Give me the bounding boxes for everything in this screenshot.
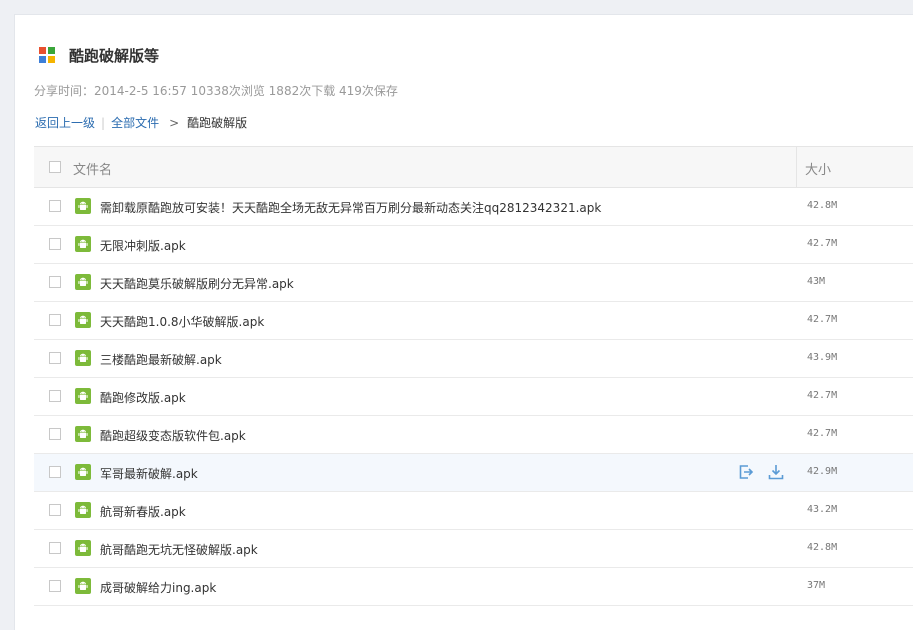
folder-share-icon: [39, 47, 55, 63]
breadcrumb-divider: |: [101, 115, 106, 130]
row-checkbox[interactable]: [49, 200, 61, 212]
share-panel: 酷跑破解版等 分享时间：2014-2-5 16:57 10338次浏览 1882…: [14, 14, 913, 630]
row-checkbox[interactable]: [49, 352, 61, 364]
table-row[interactable]: 天天酷跑1.0.8小华破解版.apk 42.7M: [34, 302, 913, 340]
share-title: 酷跑破解版等: [69, 46, 160, 65]
apk-file-icon: [75, 312, 91, 328]
file-name[interactable]: 成哥破解给力ing.apk: [100, 579, 216, 596]
apk-file-icon: [75, 426, 91, 442]
table-header: 文件名 大小: [34, 146, 913, 188]
apk-file-icon: [75, 350, 91, 366]
file-name[interactable]: 需卸载原酷跑放可安装！天天酷跑全场无敌无异常百万刷分最新动态关注qq281234…: [100, 199, 601, 216]
table-row[interactable]: 无限冲刺版.apk 42.7M: [34, 226, 913, 264]
apk-file-icon: [75, 578, 91, 594]
row-checkbox[interactable]: [49, 542, 61, 554]
file-name[interactable]: 三楼酷跑最新破解.apk: [100, 351, 222, 368]
row-checkbox[interactable]: [49, 504, 61, 516]
table-row[interactable]: 军哥最新破解.apk 42.9M: [34, 454, 913, 492]
table-row[interactable]: 成哥破解给力ing.apk 37M: [34, 568, 913, 606]
file-name[interactable]: 酷跑修改版.apk: [100, 389, 186, 406]
file-table: 文件名 大小 需卸载原酷跑放可安装！天天酷跑全场无敌无异常百万刷分最新动态关注q…: [34, 146, 913, 606]
file-size: 43M: [807, 276, 826, 287]
file-size: 42.7M: [807, 238, 838, 249]
apk-file-icon: [75, 388, 91, 404]
table-row[interactable]: 天天酷跑莫乐破解版刷分无异常.apk 43M: [34, 264, 913, 302]
table-row[interactable]: 酷跑超级变态版软件包.apk 42.7M: [34, 416, 913, 454]
apk-file-icon: [75, 274, 91, 290]
share-header: 酷跑破解版等: [39, 45, 159, 65]
file-name[interactable]: 军哥最新破解.apk: [100, 465, 198, 482]
table-row[interactable]: 需卸载原酷跑放可安装！天天酷跑全场无敌无异常百万刷分最新动态关注qq281234…: [34, 188, 913, 226]
row-checkbox[interactable]: [49, 238, 61, 250]
select-all-checkbox[interactable]: [49, 161, 61, 173]
column-divider: [796, 147, 797, 187]
row-checkbox[interactable]: [49, 428, 61, 440]
row-checkbox[interactable]: [49, 314, 61, 326]
table-row[interactable]: 航哥新春版.apk 43.2M: [34, 492, 913, 530]
table-row[interactable]: 航哥酷跑无坑无怪破解版.apk 42.8M: [34, 530, 913, 568]
file-size: 43.2M: [807, 504, 838, 515]
file-name[interactable]: 航哥新春版.apk: [100, 503, 186, 520]
row-checkbox[interactable]: [49, 466, 61, 478]
row-checkbox[interactable]: [49, 276, 61, 288]
file-size: 42.8M: [807, 200, 838, 211]
file-list: 需卸载原酷跑放可安装！天天酷跑全场无敌无异常百万刷分最新动态关注qq281234…: [34, 188, 913, 606]
file-size: 43.9M: [807, 352, 838, 363]
back-link[interactable]: 返回上一级: [35, 114, 95, 131]
breadcrumb: 返回上一级 | 全部文件 > 酷跑破解版: [35, 114, 247, 131]
row-checkbox[interactable]: [49, 580, 61, 592]
apk-file-icon: [75, 464, 91, 480]
table-row[interactable]: 酷跑修改版.apk 42.7M: [34, 378, 913, 416]
file-size: 42.7M: [807, 314, 838, 325]
file-name[interactable]: 天天酷跑莫乐破解版刷分无异常.apk: [100, 275, 294, 292]
file-name[interactable]: 无限冲刺版.apk: [100, 237, 186, 254]
save-to-disk-icon[interactable]: [737, 463, 755, 481]
file-name[interactable]: 酷跑超级变态版软件包.apk: [100, 427, 246, 444]
column-header-size[interactable]: 大小: [805, 159, 831, 178]
apk-file-icon: [75, 198, 91, 214]
apk-file-icon: [75, 540, 91, 556]
row-checkbox[interactable]: [49, 390, 61, 402]
file-name[interactable]: 航哥酷跑无坑无怪破解版.apk: [100, 541, 258, 558]
file-size: 42.9M: [807, 466, 838, 477]
all-files-link[interactable]: 全部文件: [111, 114, 159, 131]
apk-file-icon: [75, 502, 91, 518]
file-size: 37M: [807, 580, 826, 591]
share-meta: 分享时间：2014-2-5 16:57 10338次浏览 1882次下载 419…: [34, 84, 398, 98]
table-row[interactable]: 三楼酷跑最新破解.apk 43.9M: [34, 340, 913, 378]
column-header-name[interactable]: 文件名: [73, 159, 112, 178]
file-size: 42.7M: [807, 390, 838, 401]
file-name[interactable]: 天天酷跑1.0.8小华破解版.apk: [100, 313, 264, 330]
download-icon[interactable]: [767, 463, 785, 481]
breadcrumb-arrow: >: [169, 115, 180, 130]
apk-file-icon: [75, 236, 91, 252]
breadcrumb-current: 酷跑破解版: [187, 116, 248, 130]
file-size: 42.8M: [807, 542, 838, 553]
file-size: 42.7M: [807, 428, 838, 439]
